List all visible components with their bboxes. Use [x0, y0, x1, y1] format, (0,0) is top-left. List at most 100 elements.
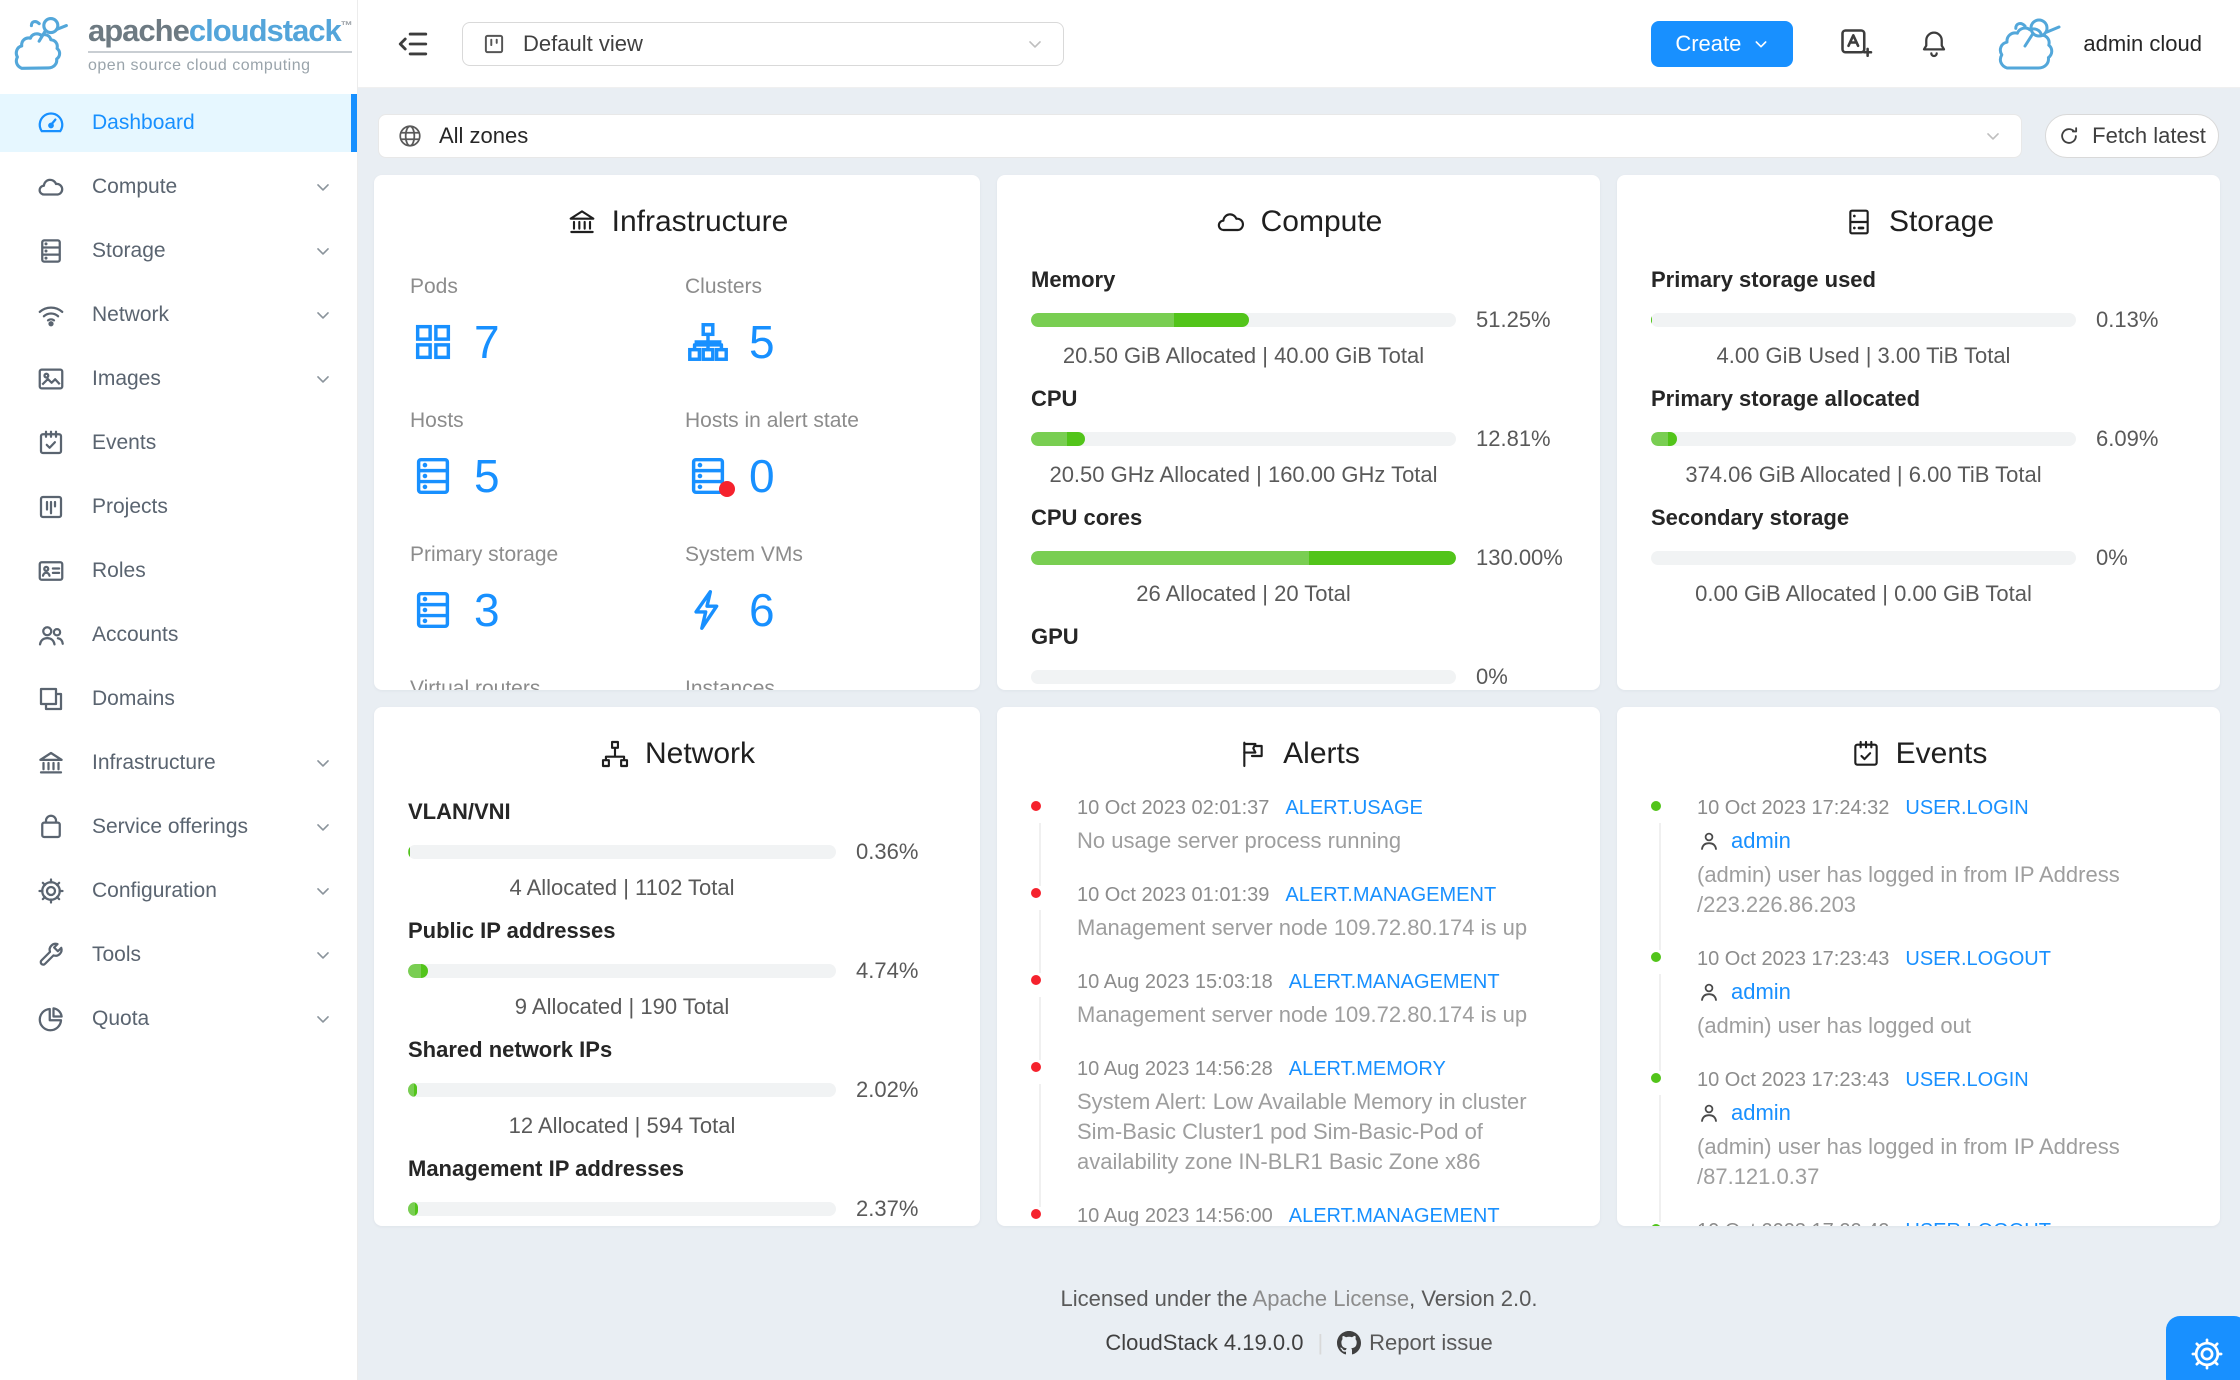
fetch-latest-button[interactable]: Fetch latest: [2045, 114, 2219, 158]
alert-marker-icon: [1031, 1209, 1041, 1219]
create-button[interactable]: Create: [1651, 20, 1794, 67]
view-selector-value: Default view: [523, 30, 643, 56]
alert-type-link[interactable]: ALERT.MANAGEMENT: [1289, 971, 1500, 994]
alert-marker-icon: [1031, 801, 1041, 811]
sidebar-item-configuration[interactable]: Configuration: [0, 862, 357, 920]
sidebar-item-accounts[interactable]: Accounts: [0, 606, 357, 664]
event-type-link[interactable]: USER.LOGOUT: [1905, 1220, 2051, 1226]
progress-bar: [408, 964, 836, 978]
alert-item: 10 Aug 2023 14:56:00 ALERT.MANAGEMENT: [1031, 1205, 1570, 1226]
card-title: Compute: [997, 205, 1600, 239]
sidebar-item-quota[interactable]: Quota: [0, 990, 357, 1048]
project-view-icon: [481, 31, 507, 57]
sidebar-item-compute[interactable]: Compute: [0, 158, 357, 216]
sidebar-item-roles[interactable]: Roles: [0, 542, 357, 600]
alert-item: 10 Aug 2023 14:56:28 ALERT.MEMORY System …: [1031, 1058, 1570, 1207]
sidebar: apachecloudstack™ open source cloud comp…: [0, 0, 358, 1380]
chevron-down-icon: [313, 945, 333, 965]
storage-card: Storage Primary storage used 0.13% 4.00 …: [1617, 175, 2220, 690]
sidebar-item-infrastructure[interactable]: Infrastructure: [0, 734, 357, 792]
metric-cpu: CPU 12.81% 20.50 GHz Allocated | 160.00 …: [1031, 386, 1551, 487]
stat-pods[interactable]: Pods 7: [410, 275, 685, 369]
network-card: Network VLAN/VNI 0.36% 4 Allocated | 110…: [374, 707, 980, 1226]
event-user-link[interactable]: admin: [1731, 979, 1791, 1005]
logo-title: apachecloudstack™: [88, 13, 353, 48]
stat-clusters[interactable]: Clusters 5: [685, 275, 960, 369]
database-icon: [410, 587, 456, 633]
appstore-icon: [410, 319, 456, 365]
blocks-icon: [36, 684, 66, 714]
stat-virtual-routers[interactable]: Virtual routers 6: [410, 677, 685, 690]
sidebar-item-storage[interactable]: Storage: [0, 222, 357, 280]
sidebar-item-projects[interactable]: Projects: [0, 478, 357, 536]
stat-system-vms[interactable]: System VMs 6: [685, 543, 960, 637]
sidebar-item-images[interactable]: Images: [0, 350, 357, 408]
gear-icon: [36, 876, 66, 906]
sidebar-item-events[interactable]: Events: [0, 414, 357, 472]
chevron-down-icon: [313, 305, 333, 325]
thunderbolt-icon: [685, 587, 731, 633]
alert-type-link[interactable]: ALERT.MANAGEMENT: [1285, 884, 1496, 907]
sidebar-menu: Dashboard Compute Storage Network Images…: [0, 88, 357, 1048]
logo-subtitle: open source cloud computing: [88, 51, 352, 75]
zone-selector-value: All zones: [439, 123, 529, 148]
database-icon: [36, 236, 66, 266]
progress-bar: [1031, 670, 1456, 684]
report-issue-link[interactable]: Report issue: [1337, 1330, 1493, 1356]
card-title: Network: [374, 737, 980, 771]
app-logo: apachecloudstack™ open source cloud comp…: [0, 0, 357, 88]
event-type-link[interactable]: USER.LOGIN: [1905, 797, 2028, 820]
metric-cpu-cores: CPU cores 130.00% 26 Allocated | 20 Tota…: [1031, 505, 1563, 606]
progress-bar: [1031, 313, 1456, 327]
compute-card: Compute Memory 51.25% 20.50 GiB Allocate…: [997, 175, 1600, 690]
chevron-down-icon: [313, 241, 333, 261]
main-area: Default view Create admin cloud All zone…: [358, 0, 2240, 1380]
sidebar-item-tools[interactable]: Tools: [0, 926, 357, 984]
wrench-icon: [36, 940, 66, 970]
event-item: 10 Oct 2023 17:22:42USER.LOGOUT: [1651, 1220, 2190, 1226]
events-card: Events 10 Oct 2023 17:24:32 USER.LOGIN ad…: [1617, 707, 2220, 1226]
project-icon: [36, 492, 66, 522]
sidebar-item-service-offerings[interactable]: Service offerings: [0, 798, 357, 856]
sidebar-item-domains[interactable]: Domains: [0, 670, 357, 728]
picture-icon: [36, 364, 66, 394]
chevron-down-icon: [313, 753, 333, 773]
event-user-link[interactable]: admin: [1731, 1100, 1791, 1126]
apache-license-link[interactable]: Apache License: [1253, 1286, 1410, 1311]
alert-type-link[interactable]: ALERT.USAGE: [1285, 797, 1422, 820]
chevron-down-icon: [1983, 126, 2003, 146]
chevron-down-icon: [1025, 34, 1045, 54]
sidebar-item-dashboard[interactable]: Dashboard: [0, 94, 357, 152]
apartment-icon: [599, 738, 631, 770]
metric-memory: Memory 51.25% 20.50 GiB Allocated | 40.0…: [1031, 267, 1551, 368]
sidebar-collapse-icon[interactable]: [396, 26, 432, 62]
zone-selector[interactable]: All zones: [378, 114, 2022, 158]
stat-hosts-alert[interactable]: Hosts in alert state 0: [685, 409, 960, 503]
refresh-icon: [2058, 125, 2080, 147]
sidebar-item-network[interactable]: Network: [0, 286, 357, 344]
username[interactable]: admin cloud: [2083, 31, 2202, 57]
event-type-link[interactable]: USER.LOGIN: [1905, 1069, 2028, 1092]
stat-primary-storage[interactable]: Primary storage 3: [410, 543, 685, 637]
logo-mascot-icon: [12, 13, 78, 77]
chevron-down-icon: [313, 369, 333, 389]
stat-hosts[interactable]: Hosts 5: [410, 409, 685, 503]
event-marker-icon: [1651, 801, 1661, 811]
metric-secondary-storage: Secondary storage 0% 0.00 GiB Allocated …: [1651, 505, 2128, 606]
alert-marker-icon: [1031, 888, 1041, 898]
event-user-link[interactable]: admin: [1731, 828, 1791, 854]
event-type-link[interactable]: USER.LOGOUT: [1905, 948, 2051, 971]
bell-icon[interactable]: [1915, 25, 1953, 63]
stat-number: 7: [474, 316, 500, 368]
wifi-icon: [36, 300, 66, 330]
settings-fab-button[interactable]: [2166, 1316, 2240, 1380]
user-avatar[interactable]: [1987, 14, 2073, 74]
version-label: CloudStack 4.19.0.0: [1105, 1330, 1304, 1355]
stat-instances[interactable]: Instances 12: [685, 677, 960, 690]
view-selector[interactable]: Default view: [462, 21, 1064, 66]
cloud-icon: [1215, 206, 1247, 238]
alert-type-link[interactable]: ALERT.MANAGEMENT: [1289, 1205, 1500, 1226]
schedule-icon: [1850, 738, 1882, 770]
translate-icon[interactable]: [1837, 25, 1875, 63]
alert-type-link[interactable]: ALERT.MEMORY: [1289, 1058, 1446, 1081]
